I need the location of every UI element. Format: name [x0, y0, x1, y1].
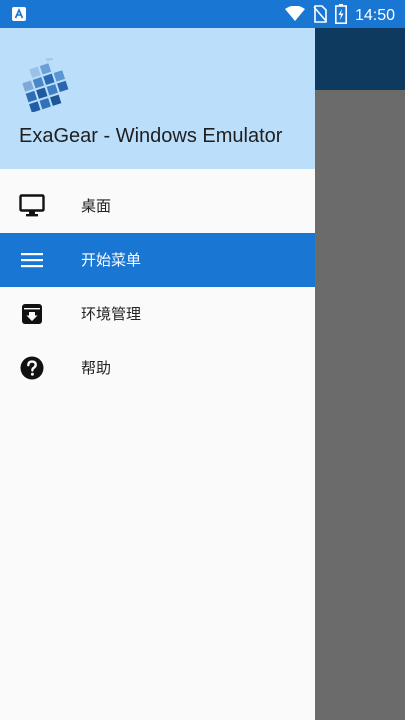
status-time: 14:50 [354, 7, 395, 24]
a-notification-icon [12, 6, 26, 25]
drawer-scrim[interactable] [315, 90, 405, 720]
battery-charging-icon [334, 4, 347, 28]
drawer-header: ExaGear - Windows Emulator [0, 28, 315, 169]
menu-item-label: 帮助 [81, 359, 112, 377]
menu-item-help[interactable]: 帮助 [0, 341, 315, 395]
drawer-menu: 桌面 开始菜单 环境管理 帮助 [0, 179, 315, 395]
monitor-icon [19, 194, 45, 218]
navigation-drawer: ExaGear - Windows Emulator 桌面 开始菜单 环境管理 … [0, 28, 315, 720]
menu-item-label: 开始菜单 [81, 251, 142, 269]
archive-icon [19, 302, 45, 326]
menu-item-environment[interactable]: 环境管理 [0, 287, 315, 341]
menu-icon [19, 248, 45, 272]
status-bar: 14:50 [0, 0, 405, 28]
menu-item-desktop[interactable]: 桌面 [0, 179, 315, 233]
menu-item-label: 环境管理 [81, 305, 142, 323]
help-icon [19, 356, 45, 380]
wifi-icon [284, 5, 305, 26]
menu-item-start-menu[interactable]: 开始菜单 [0, 233, 315, 287]
no-sim-icon [313, 5, 327, 27]
app-title: ExaGear - Windows Emulator [19, 125, 283, 147]
exagear-logo-icon [18, 52, 74, 116]
menu-item-label: 桌面 [81, 197, 112, 215]
background-toolbar [315, 28, 405, 90]
